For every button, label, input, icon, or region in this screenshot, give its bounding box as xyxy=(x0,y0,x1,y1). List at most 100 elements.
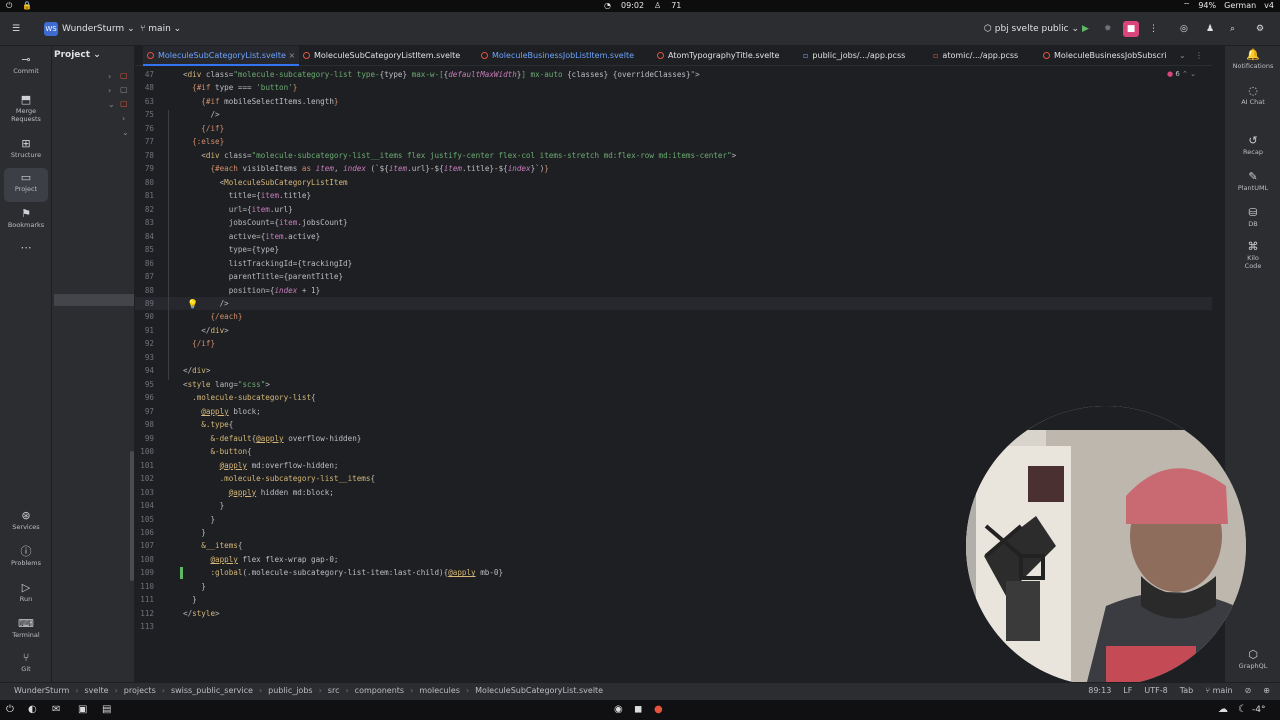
app-icon-chrome[interactable]: ◉ xyxy=(614,704,623,716)
line-number[interactable]: 79 xyxy=(135,162,154,175)
line-number[interactable]: 94 xyxy=(135,364,154,377)
indent-setting[interactable]: Tab xyxy=(1180,686,1194,695)
code-text[interactable]: {/if} xyxy=(183,337,215,350)
tool-db[interactable]: ⛁ DB xyxy=(1225,206,1280,228)
line-number[interactable]: 90 xyxy=(135,310,154,323)
code-text[interactable]: @apply hidden md:block; xyxy=(183,486,334,499)
line-number[interactable]: 110 xyxy=(135,580,154,593)
tree-collapse-icon[interactable]: ⌄ xyxy=(122,128,129,137)
tab-molecule-sub-category-list[interactable]: MoleculeSubCategoryList.svelte × xyxy=(143,46,300,66)
tool-commit[interactable]: ⊸ Commit xyxy=(4,50,48,84)
code-line[interactable]: 90 {/each} xyxy=(135,310,1212,323)
line-number[interactable]: 83 xyxy=(135,216,154,229)
line-number[interactable]: 48 xyxy=(135,81,154,94)
os-time[interactable]: 09:02 xyxy=(621,1,644,10)
more-tools-icon[interactable]: ⋯ xyxy=(4,238,48,272)
code-line[interactable]: 47 <div class="molecule-subcategory-list … xyxy=(135,68,1212,81)
code-text[interactable]: &__items{ xyxy=(183,539,242,552)
line-number[interactable]: 104 xyxy=(135,499,154,512)
code-line[interactable]: 78 <div class="molecule-subcategory-list… xyxy=(135,149,1212,162)
tool-git[interactable]: ⑂ Git xyxy=(4,648,48,682)
stop-icon[interactable]: ■ xyxy=(1123,21,1139,37)
breadcrumb-item[interactable]: svelte xyxy=(84,686,108,695)
vpn-label[interactable]: v4 xyxy=(1264,1,1274,11)
tool-notifications[interactable]: 🔔 Notifications xyxy=(1225,48,1280,70)
search-icon[interactable]: ⌕ xyxy=(1230,20,1235,38)
code-text[interactable]: {#if type === 'button'} xyxy=(183,81,297,94)
run-config-selector[interactable]: ⬡ pbj svelte public ⌄ xyxy=(984,20,1079,38)
breadcrumb-item[interactable]: public_jobs xyxy=(268,686,312,695)
file-encoding[interactable]: UTF-8 xyxy=(1144,686,1167,695)
code-line[interactable]: 48 {#if type === 'button'} xyxy=(135,81,1212,94)
line-number[interactable]: 113 xyxy=(135,620,154,633)
code-text[interactable]: <div class="molecule-subcategory-list__i… xyxy=(183,149,736,162)
code-line[interactable]: 87 parentTitle={parentTitle} xyxy=(135,270,1212,283)
code-line[interactable]: 93 xyxy=(135,351,1212,364)
tab-molecule-sub-category-list-item[interactable]: MoleculeSubCategoryListItem.svelte xyxy=(303,46,460,66)
code-text[interactable]: @apply block; xyxy=(183,405,260,418)
line-number[interactable]: 97 xyxy=(135,405,154,418)
line-number[interactable]: 81 xyxy=(135,189,154,202)
code-text[interactable]: title={item.title} xyxy=(183,189,311,202)
tool-project[interactable]: ▭ Project xyxy=(4,168,48,202)
code-text[interactable]: </style> xyxy=(183,607,220,620)
code-text[interactable]: @apply md:overflow-hidden; xyxy=(183,459,339,472)
mail-icon[interactable]: ✉ xyxy=(52,704,60,716)
code-text[interactable]: /> xyxy=(183,108,219,121)
code-text[interactable]: &-button{ xyxy=(183,445,251,458)
code-text[interactable]: <div class="molecule-subcategory-list ty… xyxy=(183,68,700,81)
breadcrumb-item[interactable]: WunderSturm xyxy=(14,686,69,695)
line-number[interactable]: 106 xyxy=(135,526,154,539)
tool-merge-requests[interactable]: ⬒ Merge Requests xyxy=(4,90,48,128)
tool-structure[interactable]: ⊞ Structure xyxy=(4,134,48,168)
notifications-status-icon[interactable]: ⊕ xyxy=(1263,686,1270,695)
code-line[interactable]: 84 active={item.active} xyxy=(135,230,1212,243)
code-line[interactable]: 81 title={item.title} xyxy=(135,189,1212,202)
line-number[interactable]: 101 xyxy=(135,459,154,472)
line-number[interactable]: 77 xyxy=(135,135,154,148)
code-text[interactable]: <MoleculeSubCategoryListItem xyxy=(183,176,348,189)
line-number[interactable]: 107 xyxy=(135,539,154,552)
line-number[interactable]: 108 xyxy=(135,553,154,566)
tabs-overflow-chevron-icon[interactable]: ⌄ xyxy=(1179,46,1186,66)
code-text[interactable]: &-default{@apply overflow-hidden} xyxy=(183,432,361,445)
code-text[interactable]: jobsCount={item.jobsCount} xyxy=(183,216,348,229)
code-text[interactable]: url={item.url} xyxy=(183,203,293,216)
code-text[interactable]: {/each} xyxy=(183,310,242,323)
code-text[interactable]: <style lang="scss"> xyxy=(183,378,270,391)
tab-options-icon[interactable]: ⋮ xyxy=(1195,46,1203,66)
power-icon[interactable]: ⏻ xyxy=(6,704,14,716)
close-icon[interactable]: × xyxy=(289,51,296,60)
code-line[interactable]: 77 {:else} xyxy=(135,135,1212,148)
code-text[interactable]: .molecule-subcategory-list{ xyxy=(183,391,315,404)
line-number[interactable]: 82 xyxy=(135,203,154,216)
code-text[interactable]: listTrackingId={trackingId} xyxy=(183,257,352,270)
app-icon-jetbrains[interactable]: ◼ xyxy=(634,704,642,716)
code-text[interactable]: position={index + 1} xyxy=(183,284,320,297)
tab-atomic-app-pcss[interactable]: ▫ atomic/.../app.pcss xyxy=(933,46,1018,66)
code-line[interactable]: 97 @apply block; xyxy=(135,405,1212,418)
code-line[interactable]: 83 jobsCount={item.jobsCount} xyxy=(135,216,1212,229)
files-icon[interactable]: ▤ xyxy=(102,704,111,716)
breadcrumb-item[interactable]: components xyxy=(355,686,404,695)
selected-tree-row[interactable] xyxy=(54,294,134,306)
line-number[interactable]: 92 xyxy=(135,337,154,350)
code-line[interactable]: 63 {#if mobileSelectItems.length} xyxy=(135,95,1212,108)
lightbulb-icon[interactable]: 💡 xyxy=(187,300,198,310)
code-line[interactable]: 85 type={type} xyxy=(135,243,1212,256)
readonly-toggle-icon[interactable]: ⊘ xyxy=(1245,686,1252,695)
code-text[interactable]: type={type} xyxy=(183,243,279,256)
line-number[interactable]: 84 xyxy=(135,230,154,243)
code-text[interactable]: @apply flex flex-wrap gap-0; xyxy=(183,553,338,566)
line-number[interactable]: 76 xyxy=(135,122,154,135)
line-number[interactable]: 91 xyxy=(135,324,154,337)
code-text[interactable]: {#each visibleItems as item, index (`${i… xyxy=(183,162,548,175)
start-icon[interactable]: ◐ xyxy=(28,704,37,716)
tool-bookmarks[interactable]: ⚑ Bookmarks xyxy=(4,204,48,238)
run-icon[interactable]: ▶ xyxy=(1082,20,1089,38)
code-line[interactable]: 94 </div> xyxy=(135,364,1212,377)
keyboard-layout[interactable]: German xyxy=(1224,1,1256,11)
line-number[interactable]: 102 xyxy=(135,472,154,485)
breadcrumb-item[interactable]: swiss_public_service xyxy=(171,686,253,695)
line-number[interactable]: 111 xyxy=(135,593,154,606)
